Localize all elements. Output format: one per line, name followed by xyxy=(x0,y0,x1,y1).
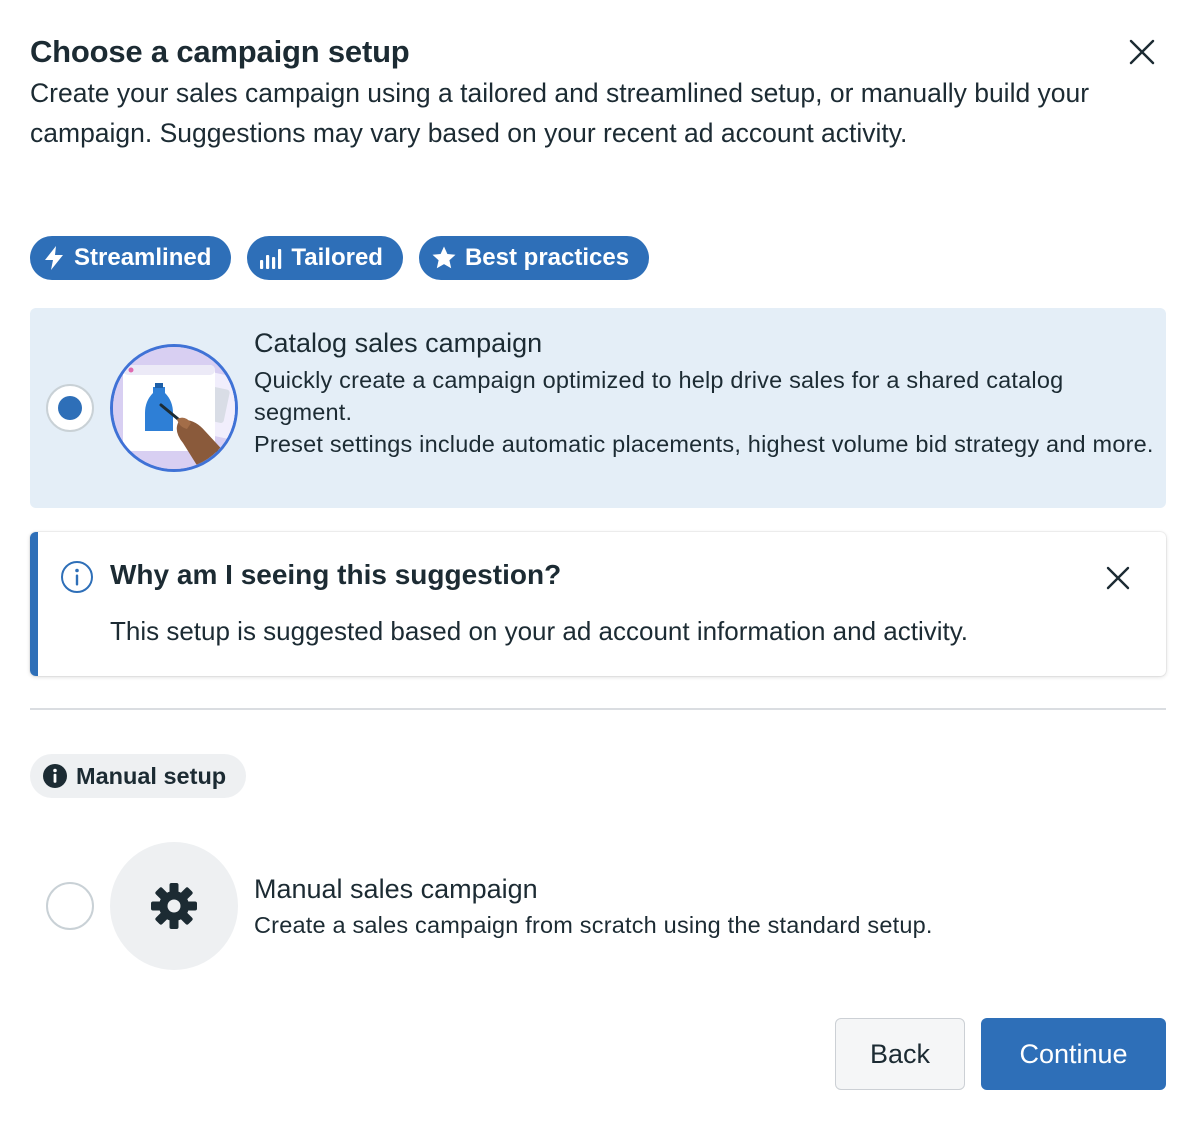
continue-button[interactable]: Continue xyxy=(981,1018,1166,1090)
dialog-title: Choose a campaign setup xyxy=(30,34,410,69)
manual-illustration xyxy=(110,842,238,970)
close-icon xyxy=(1129,39,1155,65)
close-button[interactable] xyxy=(1120,30,1164,74)
notice-body: This setup is suggested based on your ad… xyxy=(110,616,969,646)
notice-close-button[interactable] xyxy=(1098,558,1138,598)
manual-sales-description: Create a sales campaign from scratch usi… xyxy=(254,912,933,938)
manual-setup-label: Manual setup xyxy=(76,762,227,789)
pill-streamlined: Streamlined xyxy=(30,236,232,280)
lightning-icon xyxy=(45,246,63,270)
info-icon xyxy=(61,561,93,593)
catalog-illustration xyxy=(110,344,238,472)
star-icon xyxy=(432,246,456,269)
manual-sales-title: Manual sales campaign xyxy=(254,874,538,904)
catalog-sales-radio[interactable] xyxy=(46,384,94,432)
pill-label: Best practices xyxy=(464,244,630,271)
notice-title: Why am I seeing this suggestion? xyxy=(110,559,562,590)
feature-pills: Streamlined Tailored Best practices xyxy=(30,236,650,280)
catalog-sales-description: Quickly create a campaign optimized to h… xyxy=(254,364,1154,460)
bar-chart-icon xyxy=(260,249,282,269)
catalog-sales-description-line2: Preset settings include automatic placem… xyxy=(254,431,1154,457)
catalog-sales-description-line1: Quickly create a campaign optimized to h… xyxy=(254,367,1064,425)
pill-tailored: Tailored xyxy=(247,236,403,280)
catalog-sales-title: Catalog sales campaign xyxy=(254,328,543,358)
gear-icon xyxy=(151,883,197,929)
manual-sales-radio[interactable] xyxy=(46,882,94,930)
notice-accent-bar xyxy=(30,532,38,676)
section-divider xyxy=(30,708,1166,710)
back-button[interactable]: Back xyxy=(835,1018,965,1090)
manual-setup-chip: Manual setup xyxy=(30,754,247,798)
pill-label: Streamlined xyxy=(74,244,212,271)
catalog-sales-option[interactable]: Catalog sales campaign Quickly create a … xyxy=(30,308,1166,508)
catalog-illustration-icon xyxy=(113,347,235,469)
pill-label: Tailored xyxy=(291,244,383,271)
dialog-subtitle: Create your sales campaign using a tailo… xyxy=(30,78,1090,148)
pill-best-practices: Best practices xyxy=(418,236,650,280)
suggestion-notice: Why am I seeing this suggestion? This se… xyxy=(30,532,1166,676)
manual-sales-option[interactable]: Manual sales campaign Create a sales cam… xyxy=(30,840,1166,972)
info-filled-icon xyxy=(43,764,67,788)
close-icon xyxy=(1106,566,1130,590)
